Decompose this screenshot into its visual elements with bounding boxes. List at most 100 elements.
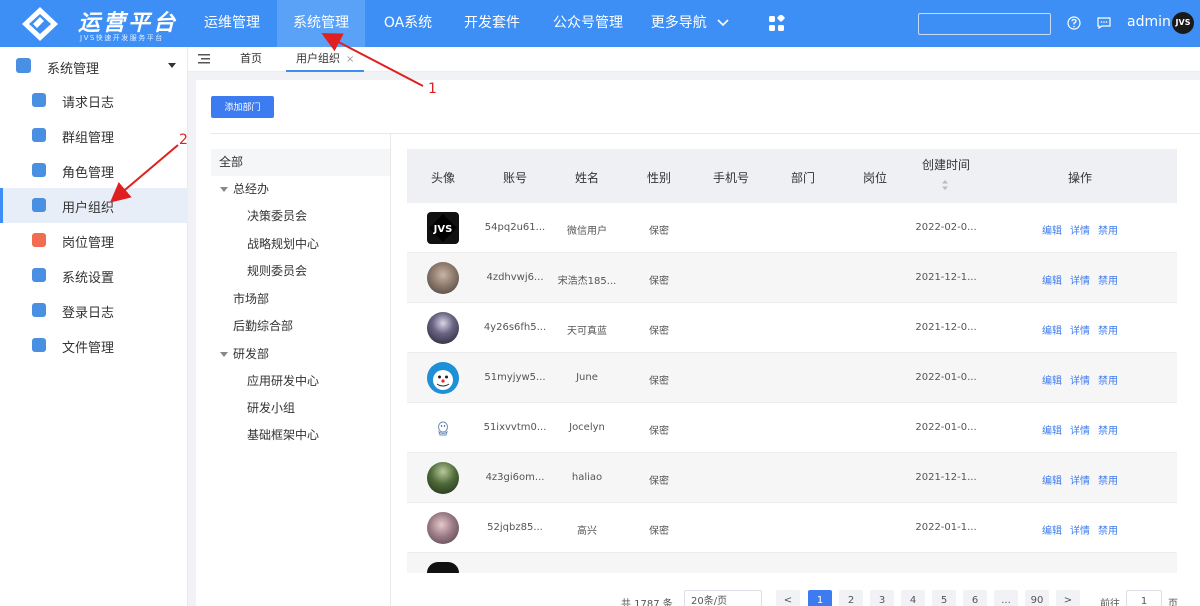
logo-mark-icon (22, 7, 58, 41)
nav-system-management[interactable]: 系统管理 (277, 0, 365, 47)
tree-node[interactable]: 基础框架中心 (211, 422, 390, 449)
annotation-label-1: 1 (428, 81, 437, 97)
tree-node[interactable]: 研发部 (211, 341, 390, 368)
detail-link[interactable]: 详情 (1070, 422, 1090, 437)
settings-icon (32, 268, 46, 282)
sidebar-item-role[interactable]: 角色管理 (0, 153, 188, 188)
tabs-bar: 首页 用户组织 × (188, 47, 1200, 72)
menu-toggle-icon[interactable] (198, 54, 210, 64)
prev-page-button[interactable]: < (776, 590, 800, 606)
disable-link[interactable]: 禁用 (1098, 322, 1118, 337)
tree-node-label: 基础框架中心 (247, 428, 320, 442)
tab-user-org[interactable]: 用户组织 × (286, 47, 365, 72)
detail-link[interactable]: 详情 (1070, 522, 1090, 537)
user-avatar[interactable]: JVS (1172, 12, 1194, 34)
sidebar-item-request-log[interactable]: 请求日志 (0, 83, 188, 118)
detail-link[interactable]: 详情 (1070, 322, 1090, 337)
tree-node[interactable]: 规则委员会 (211, 258, 390, 285)
cell-name: 宋浩杰185... (557, 276, 617, 287)
page-button[interactable]: 5 (932, 590, 956, 606)
sidebar-item-file[interactable]: 文件管理 (0, 328, 188, 363)
sidebar-item-post[interactable]: 岗位管理 (0, 223, 188, 258)
tree-node[interactable]: 市场部 (211, 286, 390, 313)
tree-node[interactable]: 后勤综合部 (211, 313, 390, 340)
sidebar-item-login-log[interactable]: 登录日志 (0, 293, 188, 328)
edit-link[interactable]: 编辑 (1042, 272, 1062, 287)
page-button[interactable]: 3 (870, 590, 894, 606)
tab-home[interactable]: 首页 (240, 47, 262, 72)
nav-oa[interactable]: OA系统 (370, 0, 446, 47)
nav-more[interactable]: 更多导航 (648, 0, 732, 47)
nav-ops[interactable]: 运维管理 (192, 0, 272, 47)
detail-link[interactable]: 详情 (1070, 222, 1090, 237)
edit-link[interactable]: 编辑 (1042, 322, 1062, 337)
disable-link[interactable]: 禁用 (1098, 272, 1118, 287)
nav-dev-kit[interactable]: 开发套件 (452, 0, 532, 47)
message-icon[interactable] (1097, 17, 1111, 29)
page-button[interactable]: 6 (963, 590, 987, 606)
edit-link[interactable]: 编辑 (1042, 372, 1062, 387)
top-search-input[interactable] (918, 13, 1051, 35)
col-created[interactable]: 创建时间 (922, 156, 970, 173)
edit-link[interactable]: 编辑 (1042, 522, 1062, 537)
close-icon[interactable]: × (346, 54, 354, 65)
detail-link[interactable]: 详情 (1070, 272, 1090, 287)
sidebar-item-user-org[interactable]: 用户组织 (0, 188, 188, 223)
disable-link[interactable]: 禁用 (1098, 472, 1118, 487)
sidebar-item-label: 系统设置 (62, 271, 115, 286)
disable-link[interactable]: 禁用 (1098, 372, 1118, 387)
page-ellipsis[interactable]: ... (994, 590, 1018, 606)
table-row: 51ixvvtm0... Jocelyn 保密 2022-01-0... 编辑 … (407, 403, 1177, 453)
sidebar-item-settings[interactable]: 系统设置 (0, 258, 188, 293)
sidebar-item-group[interactable]: 群组管理 (0, 118, 188, 153)
jvs-logo-icon: JVS (429, 214, 457, 242)
cell-gender: 保密 (649, 226, 669, 237)
nav-official-account[interactable]: 公众号管理 (542, 0, 634, 47)
page-button[interactable]: 90 (1025, 590, 1049, 606)
page-button[interactable]: 1 (808, 590, 832, 606)
tree-node[interactable]: 决策委员会 (211, 203, 390, 230)
disable-link[interactable]: 禁用 (1098, 422, 1118, 437)
goto-label: 前往 (1100, 599, 1120, 606)
tree-node[interactable]: 总经办 (211, 176, 390, 203)
cell-gender: 保密 (649, 476, 669, 487)
goto-page-input[interactable]: 1 (1126, 590, 1162, 606)
sidebar-item-label: 角色管理 (62, 166, 115, 181)
edit-link[interactable]: 编辑 (1042, 472, 1062, 487)
cell-gender: 保密 (649, 426, 669, 437)
detail-link[interactable]: 详情 (1070, 472, 1090, 487)
page-size-select[interactable]: 20条/页 (684, 590, 762, 606)
settings-icon (16, 58, 31, 73)
help-icon[interactable] (1067, 16, 1081, 30)
detail-link[interactable]: 详情 (1070, 372, 1090, 387)
login-log-icon (32, 303, 46, 317)
caret-down-icon (220, 187, 228, 192)
tree-node[interactable]: 应用研发中心 (211, 368, 390, 395)
cell-gender: 保密 (649, 376, 669, 387)
table-row: 51myjyw5... June 保密 2022-01-0... 编辑 详情 禁… (407, 353, 1177, 403)
cell-created: 2022-01-0... (915, 372, 977, 383)
edit-link[interactable]: 编辑 (1042, 222, 1062, 237)
user-name[interactable]: admin (1127, 14, 1171, 30)
tree-node[interactable]: 研发小组 (211, 395, 390, 422)
edit-link[interactable]: 编辑 (1042, 422, 1062, 437)
cell-name: 高兴 (577, 526, 597, 537)
table-header: 头像 账号 姓名 性别 手机号 部门 岗位 创建时间 操作 (407, 149, 1177, 203)
svg-text:JVS: JVS (433, 224, 453, 235)
next-page-button[interactable]: > (1056, 590, 1080, 606)
app-logo[interactable]: 运营平台 JVS快速开发服务平台 (20, 4, 190, 44)
page-button[interactable]: 4 (901, 590, 925, 606)
sort-icon[interactable] (941, 180, 949, 190)
disable-link[interactable]: 禁用 (1098, 222, 1118, 237)
add-department-button[interactable]: 添加部门 (211, 96, 274, 118)
apps-grid-icon[interactable] (768, 15, 785, 32)
cell-created: 2021-12-1... (915, 472, 977, 483)
tree-node-all[interactable]: 全部 (211, 149, 390, 176)
cell-name: haliao (571, 472, 603, 483)
goto-suffix: 页 (1168, 599, 1178, 606)
page-button[interactable]: 2 (839, 590, 863, 606)
tab-label: 用户组织 (296, 52, 340, 65)
tree-node[interactable]: 战略规划中心 (211, 231, 390, 258)
disable-link[interactable]: 禁用 (1098, 522, 1118, 537)
sidebar-group-system[interactable]: 系统管理 (0, 47, 188, 85)
